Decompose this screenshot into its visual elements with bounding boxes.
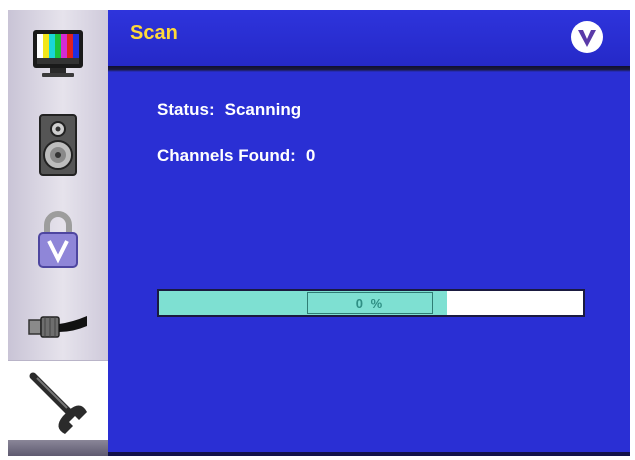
sidebar-item-input[interactable]	[8, 284, 108, 370]
tv-color-bars-icon	[33, 30, 83, 77]
bottom-divider	[108, 452, 630, 456]
scan-progress-label: 0 %	[307, 292, 433, 314]
status-line: Status: Scanning	[157, 100, 301, 120]
vizio-v-logo-icon	[571, 21, 603, 53]
channels-found-line: Channels Found: 0	[157, 146, 315, 166]
sidebar-item-setup[interactable]	[8, 360, 108, 446]
page-title: Scan	[130, 22, 178, 44]
padlock-icon	[38, 211, 78, 268]
wrench-icon	[29, 372, 87, 434]
sidebar-item-picture[interactable]	[8, 10, 108, 96]
sidebar-bottom-edge	[8, 440, 108, 456]
sidebar-menu	[8, 10, 108, 456]
status-label: Status:	[157, 100, 215, 119]
sidebar-item-parental[interactable]	[8, 196, 108, 282]
coax-cable-icon	[28, 316, 87, 338]
title-bar	[108, 10, 630, 66]
sidebar-item-audio[interactable]	[8, 102, 108, 188]
channels-found-label: Channels Found:	[157, 146, 296, 165]
title-divider	[108, 66, 630, 72]
osd-screen	[8, 10, 630, 456]
status-value: Scanning	[224, 100, 302, 119]
channels-found-value: 0	[305, 146, 316, 165]
scan-progress-bar: 0 %	[157, 289, 585, 317]
speaker-icon	[39, 114, 77, 176]
